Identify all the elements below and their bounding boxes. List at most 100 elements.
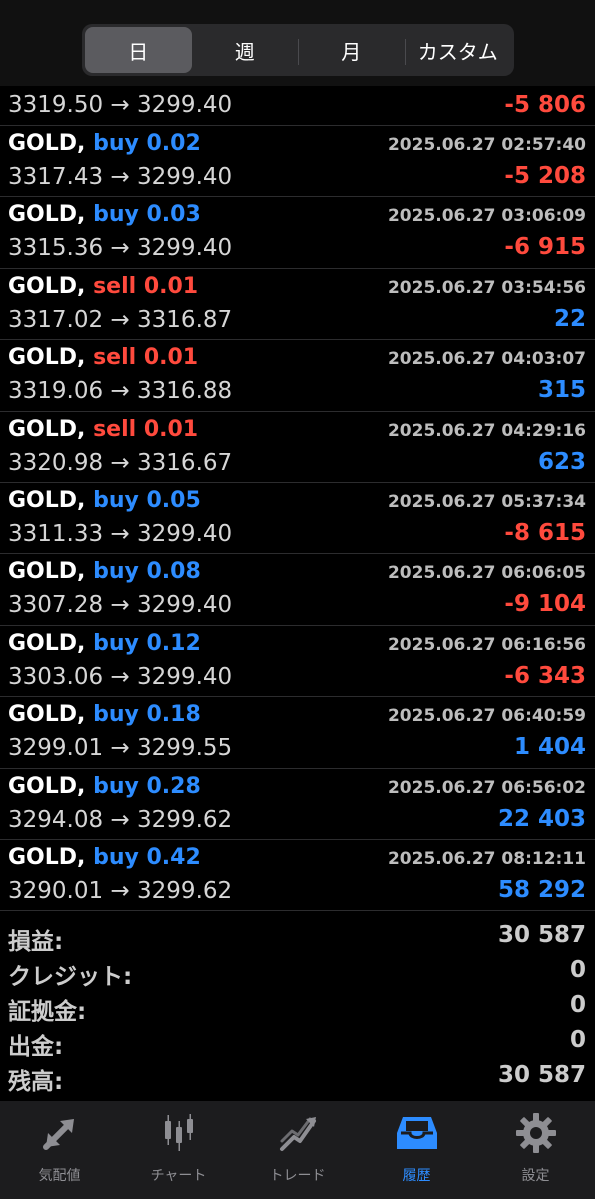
tab-trade-trend[interactable]: トレード xyxy=(238,1101,357,1199)
trade-symbol: GOLD, xyxy=(8,487,86,513)
trade-symbol: GOLD, xyxy=(8,702,86,728)
summary-row: 損益: 30 587 xyxy=(0,920,595,955)
trade-side-volume: buy 0.42 xyxy=(93,844,201,870)
trade-time: 2025.06.27 05:37:34 xyxy=(387,491,586,512)
summary-row: 残高: 30 587 xyxy=(0,1060,595,1095)
trade-row[interactable]: GOLD, buy 0.05 2025.06.27 05:37:34 3311.33… xyxy=(0,483,595,555)
trade-row[interactable]: GOLD, buy 0.02 2025.06.27 02:57:40 3317.43… xyxy=(0,126,595,198)
trade-profit: 58 292 xyxy=(497,876,586,903)
summary-value: 0 xyxy=(569,957,586,983)
trade-prices: 3299.01 → 3299.55 xyxy=(8,735,233,762)
trade-row[interactable]: GOLD, sell 0.01 2025.06.27 04:29:16 3320.9… xyxy=(0,412,595,483)
period-segmented-control: 日 週 月 カスタム xyxy=(82,24,514,76)
trade-prices: 3294.08 → 3299.62 xyxy=(8,806,233,833)
summary-value: 30 587 xyxy=(497,922,586,948)
summary-label: 残高: xyxy=(8,1069,64,1095)
summary-label: 損益: xyxy=(8,929,64,955)
trade-side-volume: buy 0.28 xyxy=(93,773,201,799)
trade-prices: 3317.02 → 3316.87 xyxy=(8,306,233,333)
trade-title: GOLD, buy 0.02 xyxy=(8,131,201,156)
gear-icon xyxy=(514,1111,558,1159)
trade-title: GOLD, sell 0.01 xyxy=(8,345,198,370)
trade-prices: 3317.43 → 3299.40 xyxy=(8,164,233,190)
trade-side-volume: buy 0.18 xyxy=(93,702,201,728)
trade-prices: 3320.98 → 3316.67 xyxy=(8,449,233,476)
trade-time: 2025.06.27 06:56:02 xyxy=(387,777,586,798)
summary-value: 30 587 xyxy=(497,1062,586,1088)
trade-prices: 3315.36 → 3299.40 xyxy=(8,235,233,262)
trade-title: GOLD, buy 0.12 xyxy=(8,631,201,656)
tab-label: チャート xyxy=(150,1168,207,1184)
trade-profit: -6 343 xyxy=(504,662,586,689)
trade-profit: -5 208 xyxy=(504,163,586,189)
trade-time: 2025.06.27 06:40:59 xyxy=(387,706,586,727)
trade-time: 2025.06.27 03:54:56 xyxy=(387,277,586,298)
tab-label: 気配値 xyxy=(38,1168,81,1184)
summary-value: 0 xyxy=(569,992,586,1018)
trade-row[interactable]: GOLD, buy 0.03 2025.06.27 03:06:09 3315.36… xyxy=(0,197,595,269)
bottom-tab-bar: 気配値 チャート トレード 履歴 設定 xyxy=(0,1101,595,1199)
tab-gear[interactable]: 設定 xyxy=(476,1101,595,1199)
trade-title: GOLD, buy 0.18 xyxy=(8,702,201,727)
trade-title: GOLD, buy 0.05 xyxy=(8,488,201,513)
trade-side-volume: buy 0.12 xyxy=(93,630,201,656)
trade-profit: -9 104 xyxy=(504,591,586,618)
summary-label: クレジット: xyxy=(8,964,133,990)
tab-label: 履歴 xyxy=(402,1168,431,1184)
history-inbox-icon xyxy=(395,1111,439,1159)
trade-title: GOLD, buy 0.08 xyxy=(8,559,201,584)
trade-title: GOLD, buy 0.42 xyxy=(8,845,201,870)
trade-history-list: GOLD, buy 0.02 2025.06.27 02:57:40 3317.43… xyxy=(0,126,595,912)
trade-symbol: GOLD, xyxy=(8,416,86,442)
trade-side-volume: buy 0.05 xyxy=(93,487,201,513)
trade-time: 2025.06.27 04:29:16 xyxy=(387,420,586,441)
trade-row[interactable]: GOLD, buy 0.28 2025.06.27 06:56:02 3294.08… xyxy=(0,769,595,840)
tab-quotes-arrows[interactable]: 気配値 xyxy=(0,1101,119,1199)
tab-history-inbox[interactable]: 履歴 xyxy=(357,1101,476,1199)
segment-day[interactable]: 日 xyxy=(85,27,192,73)
summary-value: 0 xyxy=(569,1027,586,1053)
trade-row[interactable]: GOLD, buy 0.42 2025.06.27 08:12:11 3290.01… xyxy=(0,840,595,912)
summary-row: クレジット: 0 xyxy=(0,955,595,990)
trade-row[interactable]: GOLD, buy 0.08 2025.06.27 06:06:05 3307.28… xyxy=(0,554,595,626)
trade-title: GOLD, buy 0.03 xyxy=(8,202,201,227)
segment-custom[interactable]: カスタム xyxy=(404,27,512,73)
period-header: 日 週 月 カスタム xyxy=(0,0,595,86)
trade-time: 2025.06.27 04:03:07 xyxy=(387,349,586,370)
trade-row-partial[interactable]: 3319.50 → 3299.40 -5 806 xyxy=(0,86,595,126)
trade-profit: -6 915 xyxy=(504,234,586,261)
trade-symbol: GOLD, xyxy=(8,773,86,799)
trade-side-volume: sell 0.01 xyxy=(93,345,199,371)
trade-symbol: GOLD, xyxy=(8,273,86,299)
trade-profit: 623 xyxy=(537,448,586,475)
trade-side-volume: buy 0.02 xyxy=(93,131,201,156)
trade-profit: -5 806 xyxy=(504,92,586,118)
segment-month[interactable]: 月 xyxy=(298,27,405,73)
trade-time: 2025.06.27 06:16:56 xyxy=(387,634,586,655)
trade-prices: 3303.06 → 3299.40 xyxy=(8,663,233,690)
trade-profit: 22 403 xyxy=(497,805,586,832)
trade-symbol: GOLD, xyxy=(8,345,86,371)
trade-time: 2025.06.27 06:06:05 xyxy=(387,563,586,584)
trade-time: 2025.06.27 02:57:40 xyxy=(387,135,586,155)
trade-row[interactable]: GOLD, sell 0.01 2025.06.27 03:54:56 3317.0… xyxy=(0,269,595,341)
trade-trend-icon xyxy=(276,1111,320,1159)
trade-prices: 3290.01 → 3299.62 xyxy=(8,877,233,904)
trade-side-volume: sell 0.01 xyxy=(93,416,199,442)
trade-title: GOLD, sell 0.01 xyxy=(8,417,198,442)
trade-time: 2025.06.27 08:12:11 xyxy=(387,848,586,869)
trade-row[interactable]: GOLD, buy 0.12 2025.06.27 06:16:56 3303.06… xyxy=(0,626,595,698)
trade-row[interactable]: GOLD, sell 0.01 2025.06.27 04:03:07 3319.0… xyxy=(0,340,595,412)
segment-week[interactable]: 週 xyxy=(192,27,299,73)
history-summary: 損益: 30 587 クレジット: 0 証拠金: 0 出金: 0 残高: 30 587 xyxy=(0,920,595,1095)
trade-side-volume: sell 0.01 xyxy=(93,273,199,299)
summary-row: 出金: 0 xyxy=(0,1025,595,1060)
quotes-arrows-icon xyxy=(38,1111,82,1159)
trade-profit: -8 615 xyxy=(504,519,586,546)
trade-row[interactable]: GOLD, buy 0.18 2025.06.27 06:40:59 3299.01… xyxy=(0,697,595,769)
trade-symbol: GOLD, xyxy=(8,559,86,585)
trade-title: GOLD, sell 0.01 xyxy=(8,274,198,299)
tab-candlestick-chart[interactable]: チャート xyxy=(119,1101,238,1199)
summary-label: 出金: xyxy=(8,1034,64,1060)
candlestick-chart-icon xyxy=(157,1111,201,1159)
